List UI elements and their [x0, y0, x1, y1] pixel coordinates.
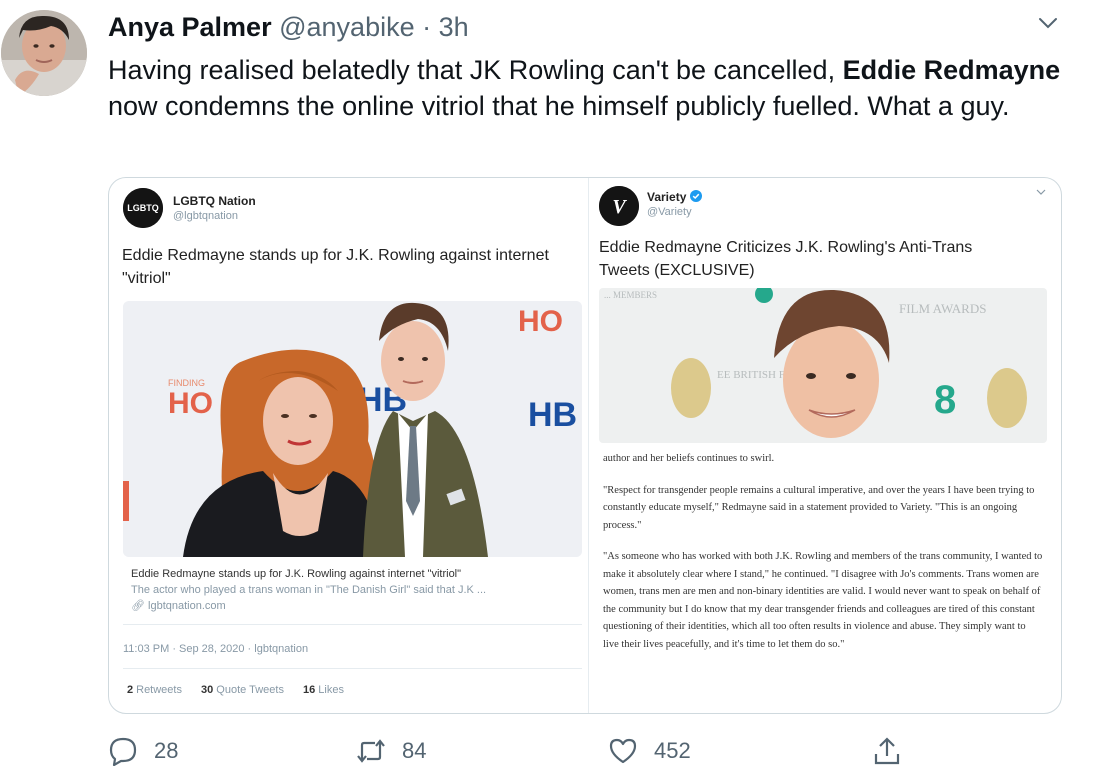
svg-text:FILM AWARDS: FILM AWARDS: [899, 301, 986, 316]
reply-button[interactable]: 28: [108, 734, 178, 768]
article-paragraph: author and her beliefs continues to swir…: [603, 453, 775, 464]
svg-text:LGBTQ: LGBTQ: [127, 203, 159, 213]
reply-icon: [109, 737, 137, 766]
divider: [123, 624, 582, 625]
variety-headline: Eddie Redmayne Criticizes J.K. Rowling's…: [599, 239, 973, 279]
verified-badge-icon: [689, 190, 702, 202]
chevron-down-icon[interactable]: [1036, 14, 1060, 34]
lgbtq-link-card[interactable]: Eddie Redmayne stands up for J.K. Rowlin…: [131, 566, 581, 614]
rowling-redmayne-photo: FINDING HO HO HB HB: [123, 301, 582, 557]
embedded-tweet-lgbtq: LGBTQ LGBTQ Nation @lgbtqnation Eddie Re…: [109, 178, 589, 713]
tweet-time[interactable]: 3h: [439, 12, 469, 42]
svg-text:8: 8: [934, 378, 956, 422]
like-button[interactable]: 452: [608, 734, 691, 768]
retweets-count: 2: [127, 684, 134, 696]
card-description: The actor who played a trans woman in "T…: [131, 584, 487, 596]
lgbtq-stats: 2 Retweets 30 Quote Tweets 16 Likes: [127, 684, 360, 696]
embedded-tweet-variety: V Variety @Variety Eddie Redmayne Critic…: [589, 178, 1061, 713]
likes-label: Likes: [318, 684, 344, 696]
author-name[interactable]: Anya Palmer: [108, 12, 272, 42]
divider: [123, 668, 582, 669]
variety-article: author and her beliefs continues to swir…: [603, 450, 1043, 667]
tweet-text-part2: now condemns the online vitriol that he …: [108, 91, 1010, 121]
chevron-down-icon[interactable]: [1036, 188, 1046, 196]
card-domain-text: lgbtqnation.com: [148, 600, 226, 612]
likes-count: 16: [303, 684, 316, 696]
svg-text:HO: HO: [518, 305, 563, 338]
svg-text:HO: HO: [168, 387, 213, 420]
redmayne-photo: ... MEMBERS FILM AWARDS EE BRITISH FILM …: [599, 288, 1047, 443]
attached-image[interactable]: LGBTQ LGBTQ Nation @lgbtqnation Eddie Re…: [108, 177, 1062, 714]
lgbtq-logo: LGBTQ: [123, 188, 163, 228]
article-paragraph: "Respect for transgender people remains …: [603, 484, 1035, 531]
lgbtq-timestamp: 11:03 PM · Sep 28, 2020 · lgbtqnation: [123, 643, 309, 655]
variety-logo: V: [599, 186, 639, 226]
author-handle[interactable]: @anyabike: [279, 12, 415, 42]
svg-text:HB: HB: [528, 396, 577, 434]
svg-text:V: V: [612, 196, 627, 218]
reply-count: 28: [154, 738, 179, 763]
tweet-header: Anya Palmer @anyabike · 3h: [108, 12, 469, 43]
lgbtq-name: LGBTQ Nation: [173, 194, 256, 208]
tweet-text: Having realised belatedly that JK Rowlin…: [108, 52, 1068, 124]
variety-name: Variety: [647, 190, 702, 204]
quotes-label: Quote Tweets: [216, 684, 284, 696]
author-avatar[interactable]: [1, 10, 87, 96]
tweet-text-part1: Having realised belatedly that JK Rowlin…: [108, 55, 843, 85]
lgbtq-handle: @lgbtqnation: [173, 210, 238, 222]
article-paragraph: "As someone who has worked with both J.K…: [603, 551, 1043, 650]
variety-handle: @Variety: [647, 206, 692, 218]
share-icon: [874, 737, 900, 765]
quotes-count: 30: [201, 684, 214, 696]
tweet-text-bold: Eddie Redmayne: [842, 55, 1061, 85]
lgbtq-headline: Eddie Redmayne stands up for J.K. Rowlin…: [122, 247, 549, 287]
retweets-label: Retweets: [136, 684, 182, 696]
card-domain: 🔗︎ lgbtqnation.com: [131, 598, 581, 614]
retweet-count: 84: [402, 738, 427, 763]
variety-name-text: Variety: [647, 190, 687, 204]
like-count: 452: [654, 738, 691, 763]
card-title: Eddie Redmayne stands up for J.K. Rowlin…: [131, 568, 462, 580]
retweet-icon: [357, 739, 385, 763]
retweet-button[interactable]: 84: [356, 734, 426, 768]
separator-dot: ·: [422, 12, 432, 42]
heart-icon: [609, 738, 637, 764]
share-button[interactable]: [872, 734, 902, 768]
link-icon: 🔗︎: [131, 600, 149, 612]
svg-text:... MEMBERS: ... MEMBERS: [604, 290, 657, 300]
